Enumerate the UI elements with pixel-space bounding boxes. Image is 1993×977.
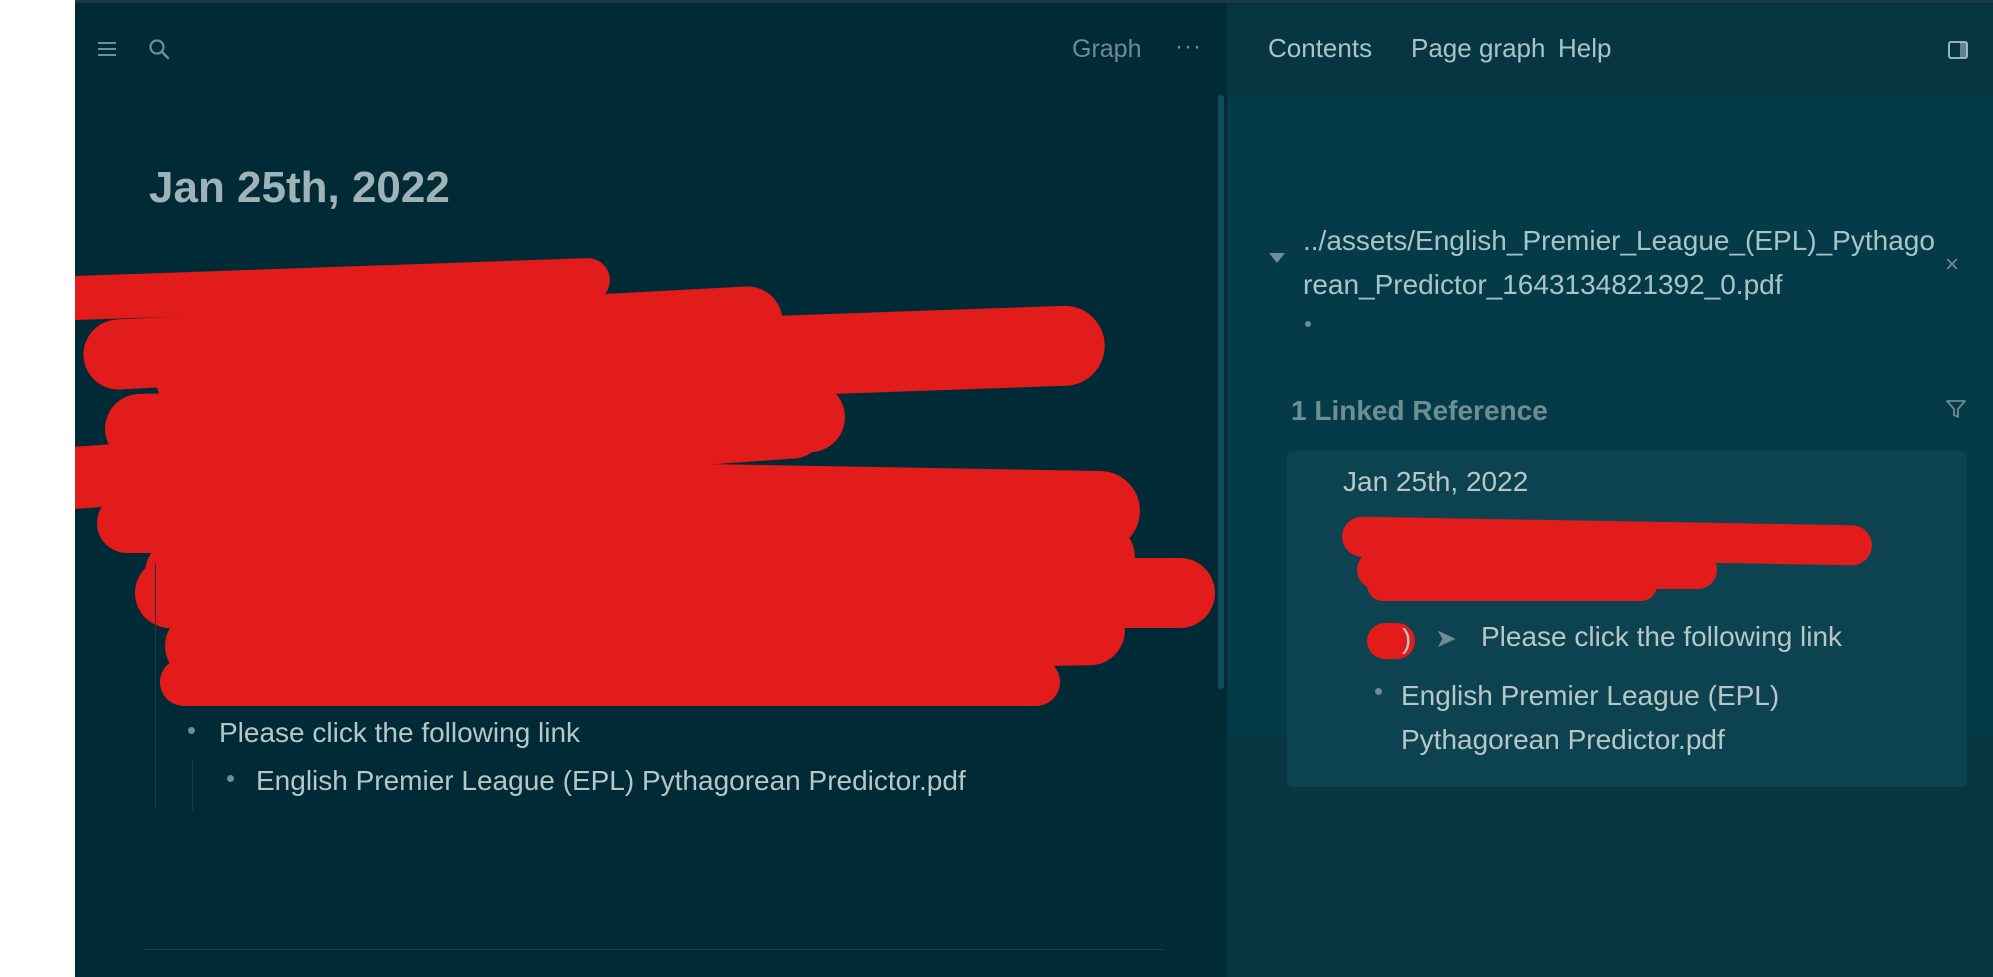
linked-reference-card: Jan 25th, 2022 ) ➤ Please click the foll… [1287, 451, 1967, 787]
app-window: Graph ··· Jan 25th, 2022 Please click th… [75, 0, 1993, 977]
block-fragment: ) [1402, 623, 1412, 654]
block-thread-line [155, 563, 156, 809]
block-thread-line [192, 760, 193, 810]
tab-contents[interactable]: Contents [1268, 33, 1372, 64]
menu-icon[interactable] [97, 39, 117, 59]
top-bar: Graph ··· [75, 3, 1227, 98]
search-icon[interactable] [147, 37, 171, 61]
page-title: Jan 25th, 2022 [149, 163, 450, 212]
more-options-button[interactable]: ··· [1175, 33, 1202, 61]
empty-block-bullet[interactable] [1305, 321, 1311, 327]
divider [145, 949, 1163, 950]
block-bullet[interactable] [188, 727, 195, 734]
linked-references-title: 1 Linked Reference [1291, 395, 1548, 426]
right-sidebar: Contents Page graph Help ../assets/Engli… [1227, 3, 1993, 977]
reference-panel: ../assets/English_Premier_League_(EPL)_P… [1227, 95, 1993, 787]
redaction-mark [160, 658, 1060, 706]
close-icon[interactable]: × [1945, 251, 1959, 279]
graph-button[interactable]: Graph [1072, 35, 1141, 64]
block-bullet[interactable] [227, 775, 234, 782]
scrollbar[interactable] [1218, 95, 1224, 689]
caret-down-icon[interactable] [1269, 253, 1285, 263]
reference-path[interactable]: ../assets/English_Premier_League_(EPL)_P… [1303, 219, 1943, 307]
redaction-mark [1367, 569, 1657, 601]
pdf-link[interactable]: English Premier League (EPL) Pythagorean… [256, 765, 966, 797]
main-pane: Graph ··· Jan 25th, 2022 Please click th… [75, 3, 1227, 977]
arrow-icon: ➤ [1435, 623, 1457, 653]
sidebar-tabs: Contents Page graph Help [1227, 3, 1993, 98]
block-bullet[interactable] [1375, 688, 1382, 695]
linked-page-date[interactable]: Jan 25th, 2022 [1343, 466, 1528, 498]
tab-page-graph[interactable]: Page graph [1411, 33, 1545, 64]
filter-icon[interactable] [1945, 398, 1967, 420]
block-text[interactable]: Please click the following link [219, 717, 580, 749]
linked-pdf-link[interactable]: English Premier League (EPL) Pythagorean… [1401, 674, 1861, 762]
toggle-sidebar-icon[interactable] [1947, 39, 1969, 61]
linked-block-text[interactable]: Please click the following link [1481, 621, 1842, 653]
tab-help[interactable]: Help [1558, 33, 1611, 64]
